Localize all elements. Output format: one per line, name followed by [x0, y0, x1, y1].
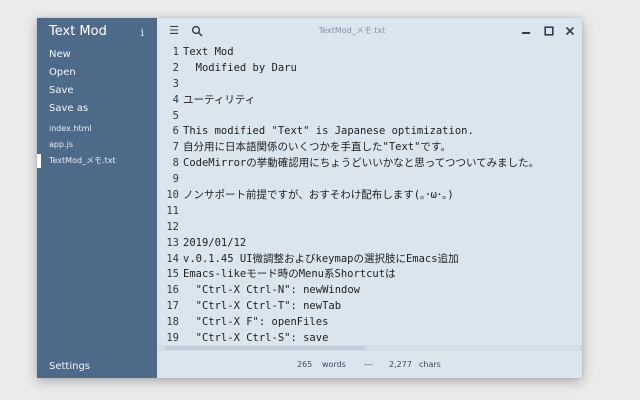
text-editor[interactable]: 1 Text Mod 2 Modified by Daru 3 4 ユーティリティ 5 6 Th… — [157, 45, 582, 351]
sidebar: Text Mod i New Open Save Save as index.h… — [37, 18, 157, 378]
menu-item-save-as[interactable]: Save as — [37, 100, 157, 118]
editor-line[interactable]: 8 CodeMirrorの挙動確認用にちょうどいいかなと思ってつついてみました。 — [157, 156, 582, 172]
line-text: CodeMirrorの挙動確認用にちょうどいいかなと思ってつついてみました。 — [183, 157, 540, 170]
editor-line[interactable]: 18 "Ctrl-X F": openFiles — [157, 315, 582, 331]
line-text: Text Mod — [183, 46, 234, 58]
editor-line[interactable]: 3 — [157, 77, 582, 93]
status-separator: --- — [364, 360, 373, 369]
editor-line[interactable]: 15 Emacs-likeモード時のMenu系Shortcutは — [157, 267, 582, 283]
line-number: 13 — [166, 236, 179, 249]
char-count-label: chars — [419, 360, 441, 369]
line-number: 3 — [172, 77, 179, 90]
settings-button[interactable]: Settings — [49, 360, 90, 374]
editor-pane: ☰ TextMod_メモ.txt 1 Text Mod 2 Modified by … — [157, 18, 582, 378]
file-item-app-js[interactable]: app.js — [37, 137, 157, 153]
line-text: Modified by Daru — [183, 61, 297, 74]
editor-line[interactable]: 7 自分用に日本語関係のいくつかを手直した"Text"です。 — [157, 140, 582, 156]
line-number: 10 — [166, 189, 179, 202]
file-item-index-html[interactable]: index.html — [37, 121, 157, 137]
line-number: 2 — [172, 61, 179, 74]
editor-line[interactable]: 16 "Ctrl-X Ctrl-N": newWindow — [157, 283, 582, 299]
editor-line[interactable]: 2 Modified by Daru — [157, 61, 582, 77]
line-number: 4 — [172, 93, 179, 106]
editor-line[interactable]: 1 Text Mod — [157, 45, 582, 61]
editor-line[interactable]: 17 "Ctrl-X Ctrl-T": newTab — [157, 299, 582, 315]
line-number: 5 — [172, 109, 179, 122]
menu-icon[interactable]: ☰ — [167, 24, 181, 38]
line-number: 9 — [172, 173, 179, 186]
word-count-label: words — [322, 360, 346, 369]
line-number: 8 — [172, 157, 179, 170]
word-count: 265 — [297, 360, 313, 369]
line-number: 7 — [172, 141, 179, 154]
line-number: 12 — [166, 220, 179, 233]
editor-line[interactable]: 11 — [157, 204, 582, 220]
line-text: v.0.1.45 UI微調整およびkeymapの選択肢にEmacs追加 — [183, 252, 459, 265]
menu-item-open[interactable]: Open — [37, 64, 157, 82]
line-text: 自分用に日本語関係のいくつかを手直した"Text"です。 — [183, 141, 451, 154]
line-number: 17 — [166, 300, 179, 313]
editor-line[interactable]: 10 ノンサポート前提ですが、おすそわけ配布します(｡･ω･｡) — [157, 188, 582, 204]
line-number: 16 — [166, 284, 179, 297]
line-text: ユーティリティ — [183, 93, 256, 106]
line-text: 2019/01/12 — [183, 236, 247, 249]
file-item-textmod-memo[interactable]: TextMod_メモ.txt — [37, 153, 157, 169]
char-count: 2,277 — [389, 360, 412, 369]
line-text: Emacs-likeモード時のMenu系Shortcutは — [183, 268, 396, 281]
editor-line[interactable]: 5 — [157, 109, 582, 125]
sidebar-menu: New Open Save Save as — [37, 46, 157, 118]
open-files-list: index.html app.js TextMod_メモ.txt — [37, 121, 157, 169]
app-title: Text Mod — [49, 24, 107, 39]
line-text: "Ctrl-X F": openFiles — [183, 316, 329, 329]
editor-line[interactable]: 6 This modified "Text" is Japanese optimi… — [157, 124, 582, 140]
titlebar: ☰ TextMod_メモ.txt — [157, 18, 582, 45]
document-title: TextMod_メモ.txt — [318, 26, 386, 35]
editor-line[interactable]: 13 2019/01/12 — [157, 236, 582, 252]
line-number: 1 — [172, 46, 179, 58]
line-number: 6 — [172, 125, 179, 138]
info-icon[interactable]: i — [140, 26, 144, 40]
close-icon[interactable] — [563, 24, 577, 38]
line-text: "Ctrl-X Ctrl-T": newTab — [183, 300, 342, 313]
status-bar: 265 words --- 2,277 chars — [157, 351, 582, 378]
editor-line[interactable]: 14 v.0.1.45 UI微調整およびkeymapの選択肢にEmacs追加 — [157, 252, 582, 268]
line-number: 14 — [166, 252, 179, 265]
editor-line[interactable]: 12 — [157, 220, 582, 236]
line-number: 11 — [166, 204, 179, 217]
scrollbar-thumb[interactable] — [165, 346, 365, 350]
line-number: 18 — [166, 316, 179, 329]
search-icon[interactable] — [190, 24, 204, 38]
line-text: "Ctrl-X Ctrl-N": newWindow — [183, 284, 361, 297]
editor-line[interactable]: 9 — [157, 172, 582, 188]
menu-item-new[interactable]: New — [37, 46, 157, 64]
line-text: ノンサポート前提ですが、おすそわけ配布します(｡･ω･｡) — [183, 189, 454, 202]
line-number: 15 — [166, 268, 179, 281]
editor-line[interactable]: 4 ユーティリティ — [157, 93, 582, 109]
menu-item-save[interactable]: Save — [37, 82, 157, 100]
line-text: This modified "Text" is Japanese optimiz… — [183, 125, 474, 138]
text-mod-window: Text Mod i New Open Save Save as index.h… — [37, 18, 582, 378]
minimize-icon[interactable] — [519, 24, 533, 38]
maximize-icon[interactable] — [542, 24, 556, 38]
